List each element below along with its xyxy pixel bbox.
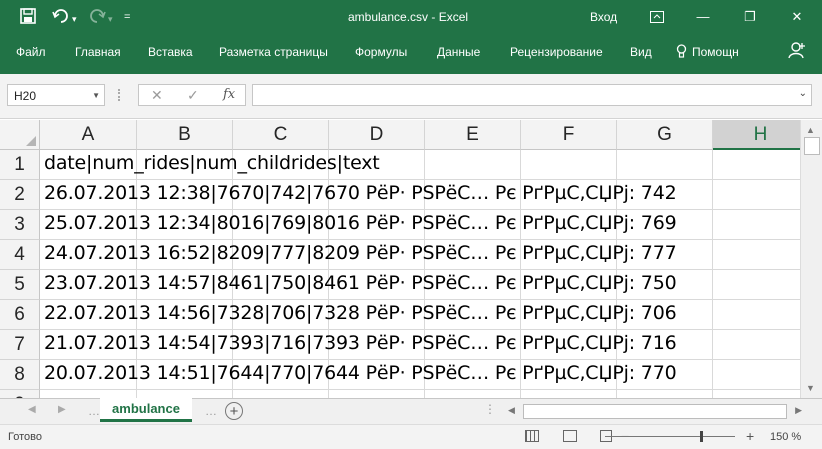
previous-sheet-icon[interactable]: ◀ [28, 404, 36, 415]
gridline [40, 389, 800, 390]
minimize-button[interactable]: — [686, 4, 720, 30]
zoom-in-button[interactable]: + [746, 428, 754, 444]
column-header-f[interactable]: F [521, 120, 617, 150]
tab-home[interactable]: Главная [75, 44, 121, 60]
next-sheet-icon[interactable]: ▶ [58, 404, 66, 415]
status-text: Готово [8, 431, 42, 443]
tab-review[interactable]: Рецензирование [510, 44, 603, 60]
cell-a7[interactable]: 21.07.2013 14:54|7393|716|7393 РёР· PSPё… [44, 328, 677, 358]
row-header-7[interactable]: 7 [0, 330, 40, 360]
zoom-level[interactable]: 150 % [770, 431, 801, 443]
cell-a6[interactable]: 22.07.2013 14:56|7328|706|7328 РёР· PSPё… [44, 298, 677, 328]
restore-button[interactable]: ❐ [733, 4, 767, 30]
close-button[interactable]: ✕ [780, 4, 814, 30]
cancel-icon[interactable]: ✕ [151, 87, 163, 104]
cell-a8[interactable]: 20.07.2013 14:51|7644|770|7644 РёР· PSPё… [44, 358, 677, 388]
row-header-1[interactable]: 1 [0, 150, 40, 180]
expand-formula-bar-icon[interactable]: ⌄ [799, 88, 807, 99]
name-box[interactable]: H20 ▼ [7, 84, 105, 106]
undo-icon[interactable] [52, 8, 70, 28]
tab-formulas[interactable]: Формулы [355, 44, 407, 60]
cell-a3[interactable]: 25.07.2013 12:34|8016|769|8016 РёР· PSPё… [44, 208, 677, 238]
horizontal-scrollbar[interactable]: ◀ ▶ [505, 403, 805, 419]
cell-a2[interactable]: 26.07.2013 12:38|7670|742|7670 РёР· PSPё… [44, 178, 677, 208]
scroll-down-icon[interactable]: ▼ [806, 383, 815, 393]
tab-view[interactable]: Вид [630, 44, 652, 60]
name-box-value: H20 [14, 89, 37, 103]
cell-a5[interactable]: 23.07.2013 14:57|8461|750|8461 РёР· PSPё… [44, 268, 677, 298]
column-header-b[interactable]: B [137, 120, 233, 150]
row-header-6[interactable]: 6 [0, 300, 40, 330]
status-bar: Готово − + 150 % [0, 424, 822, 449]
share-user-icon[interactable] [788, 41, 806, 63]
chevron-down-icon[interactable]: ▼ [92, 85, 100, 107]
row-header-8[interactable]: 8 [0, 360, 40, 390]
row-header-4[interactable]: 4 [0, 240, 40, 270]
column-header-h[interactable]: H [713, 120, 800, 150]
scroll-thumb[interactable] [804, 137, 820, 155]
tab-file[interactable]: Файл [16, 44, 46, 60]
tab-insert[interactable]: Вставка [148, 44, 193, 60]
worksheet-grid[interactable]: A B C D E F G H 1 2 3 4 5 6 7 8 9 date|n… [0, 120, 800, 398]
scroll-right-icon[interactable]: ▶ [795, 405, 802, 416]
normal-view-icon[interactable] [525, 430, 539, 442]
gridline [712, 150, 713, 398]
save-icon[interactable] [20, 8, 36, 28]
zoom-slider[interactable] [605, 436, 735, 437]
ribbon-tab-bar: Файл Главная Вставка Разметка страницы Ф… [0, 34, 822, 74]
cell-a4[interactable]: 24.07.2013 16:52|8209|777|8209 РёР· PSPё… [44, 238, 677, 268]
cell-a1[interactable]: date|num_rides|num_childrides|text [44, 148, 380, 178]
column-header-d[interactable]: D [329, 120, 425, 150]
column-header-g[interactable]: G [617, 120, 713, 150]
row-header-2[interactable]: 2 [0, 180, 40, 210]
formula-bar-area: H20 ▼ ✕ ✓ fx ⌄ [0, 74, 822, 119]
undo-dropdown-icon[interactable]: ▾ [72, 11, 77, 27]
add-sheet-icon[interactable]: + [225, 402, 243, 420]
redo-dropdown-icon[interactable]: ▾ [108, 11, 113, 27]
zoom-slider-thumb[interactable] [700, 431, 703, 442]
customize-toolbar-icon[interactable]: = [124, 9, 130, 25]
more-sheets-right-icon[interactable]: … [205, 404, 217, 418]
select-all-corner[interactable] [0, 120, 40, 150]
redo-icon[interactable] [88, 8, 106, 28]
horizontal-scroll-thumb[interactable] [523, 404, 787, 419]
formula-buttons: ✕ ✓ fx [138, 84, 246, 106]
window-title: ambulance.csv - Excel [348, 10, 469, 24]
enter-icon[interactable]: ✓ [187, 87, 199, 104]
column-header-c[interactable]: C [233, 120, 329, 150]
sheet-tab-ambulance[interactable]: ambulance [100, 398, 192, 422]
sheet-tab-bar: ◀ ▶ … ambulance … + ⋮ ◀ ▶ [0, 398, 822, 424]
ribbon-display-options-icon[interactable] [640, 4, 674, 30]
signin-link[interactable]: Вход [590, 10, 617, 24]
tab-tell-me[interactable]: Помощн [692, 44, 739, 60]
vertical-scrollbar[interactable]: ▲ ▼ [800, 120, 822, 398]
scroll-up-icon[interactable]: ▲ [806, 125, 815, 135]
insert-function-icon[interactable]: fx [223, 87, 235, 102]
scroll-left-icon[interactable]: ◀ [508, 405, 515, 416]
lightbulb-icon [676, 44, 687, 62]
page-layout-view-icon[interactable] [563, 430, 577, 442]
row-header-5[interactable]: 5 [0, 270, 40, 300]
tab-data[interactable]: Данные [437, 44, 480, 60]
title-bar: ▾ ▾ = ambulance.csv - Excel Вход — ❐ ✕ [0, 0, 822, 34]
tab-page-layout[interactable]: Разметка страницы [219, 44, 328, 60]
tab-split-handle[interactable]: ⋮ [484, 402, 496, 416]
row-header-3[interactable]: 3 [0, 210, 40, 240]
formula-input[interactable]: ⌄ [252, 84, 812, 106]
column-header-a[interactable]: A [40, 120, 137, 150]
row-header-9[interactable]: 9 [0, 390, 40, 398]
splitter-handle[interactable] [118, 89, 123, 101]
column-header-e[interactable]: E [425, 120, 521, 150]
more-sheets-left-icon[interactable]: … [88, 404, 100, 418]
